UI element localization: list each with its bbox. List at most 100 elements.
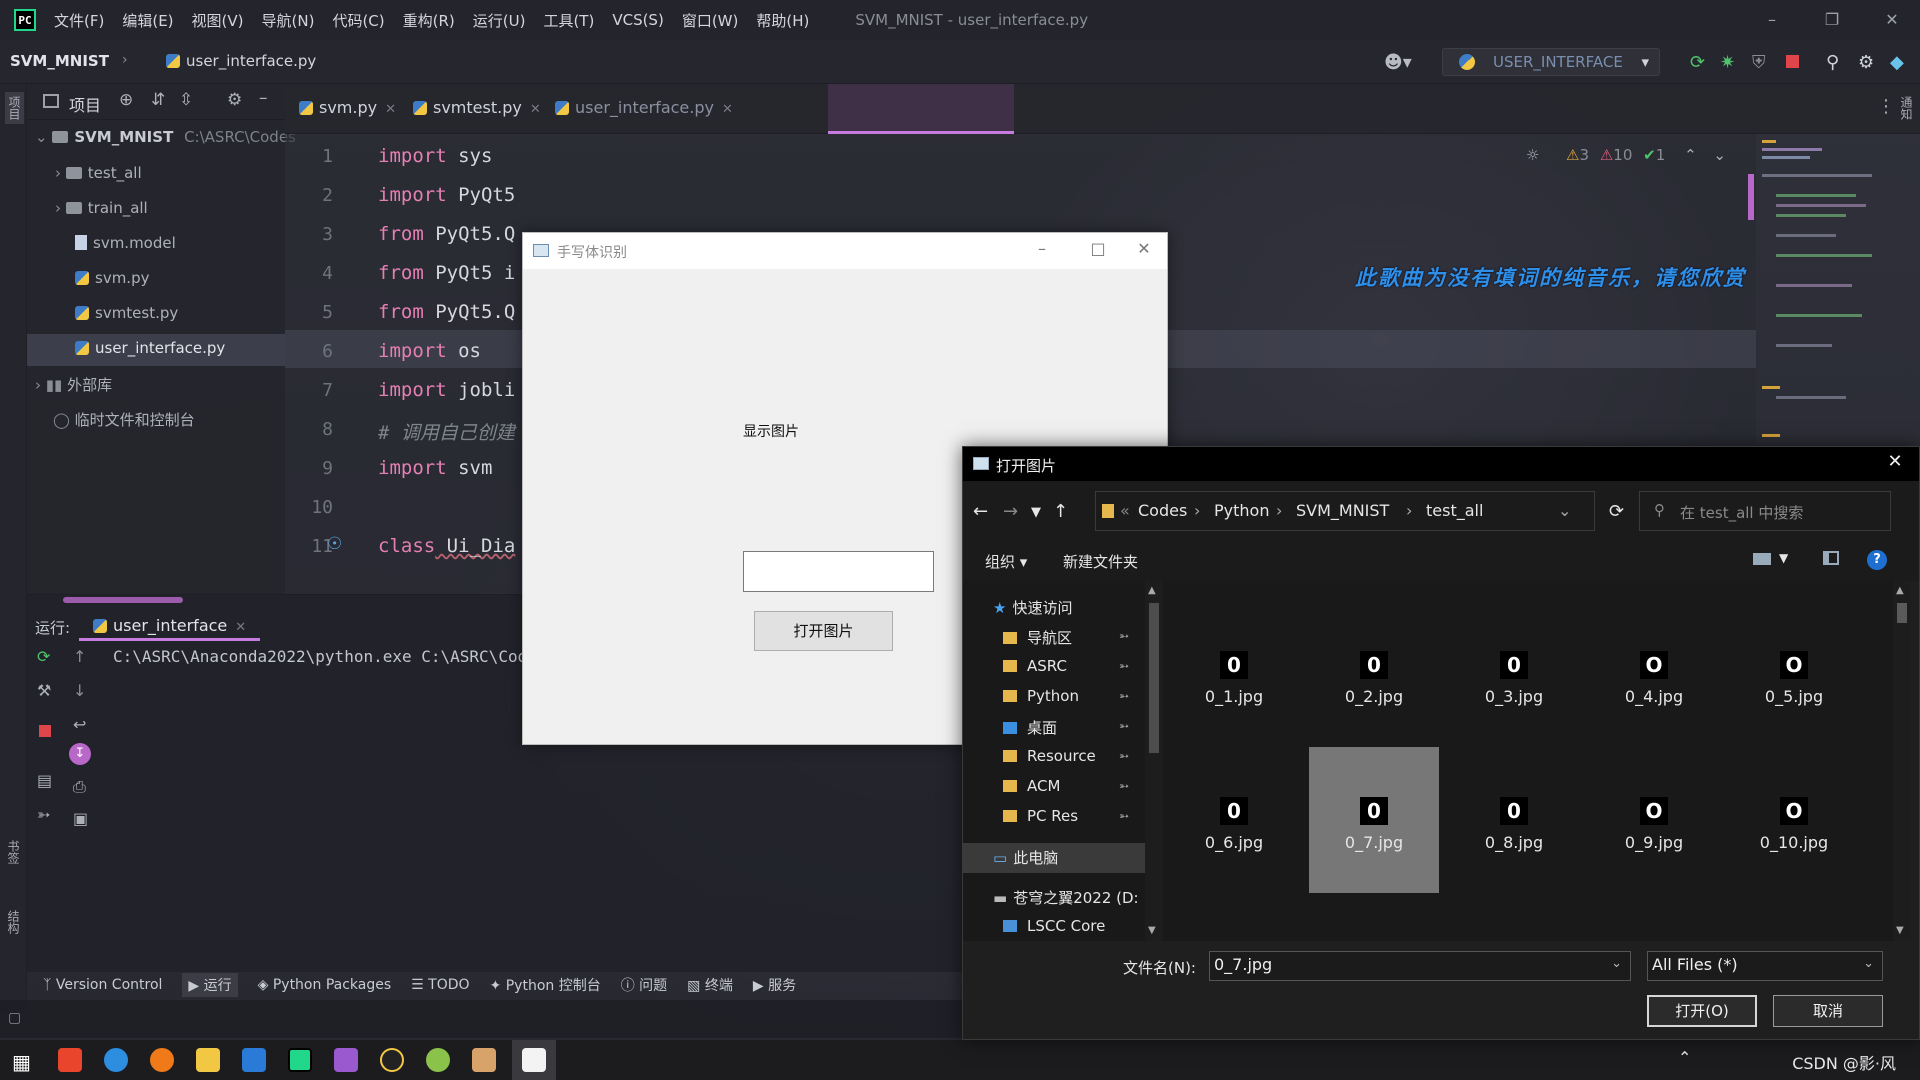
overflow-icon[interactable]: « bbox=[1120, 501, 1130, 520]
close-icon[interactable]: ✕ bbox=[235, 620, 246, 635]
implement-icon[interactable]: ☉ bbox=[327, 534, 342, 554]
chevron-down-icon[interactable]: ▼ bbox=[1148, 925, 1156, 936]
close-button[interactable]: ✕ bbox=[1875, 451, 1915, 477]
gear-icon[interactable]: ⚙ bbox=[227, 90, 242, 110]
menu-refactor[interactable]: 重构(R) bbox=[403, 10, 455, 31]
run-config-select[interactable]: USER_INTERFACE ▾ bbox=[1442, 48, 1660, 76]
user-icon[interactable]: ☻▾ bbox=[1384, 52, 1412, 73]
preview-pane-icon[interactable] bbox=[1823, 551, 1839, 565]
tool-services[interactable]: ▶ 服务 bbox=[753, 975, 796, 995]
open-button[interactable]: 打开(O) bbox=[1647, 995, 1757, 1027]
scroll-to-end-icon[interactable]: ↧ bbox=[69, 743, 91, 765]
maximize-button[interactable]: □ bbox=[1075, 239, 1121, 263]
scrollbar-thumb[interactable] bbox=[1897, 603, 1907, 623]
refresh-icon[interactable]: ⟳ bbox=[1609, 501, 1624, 522]
sidebar-quick-access[interactable]: ★ 快速访问 bbox=[963, 593, 1145, 623]
chevron-down-icon[interactable]: ⌄ bbox=[1611, 956, 1622, 971]
sidebar-this-pc[interactable]: ▭ 此电脑 bbox=[963, 843, 1145, 873]
app-explorer-icon[interactable] bbox=[196, 1048, 220, 1072]
tree-item-test-all[interactable]: › test_all bbox=[55, 164, 142, 182]
rerun-icon[interactable]: ⟳ bbox=[1690, 52, 1705, 73]
chevron-down-icon[interactable]: ⌄ bbox=[1558, 501, 1571, 520]
close-button[interactable]: ✕ bbox=[1121, 239, 1167, 263]
tree-item-scratches[interactable]: ◯ 临时文件和控制台 bbox=[53, 409, 195, 430]
app-anime-icon[interactable] bbox=[472, 1048, 496, 1072]
app-chrome-icon[interactable] bbox=[426, 1048, 450, 1072]
chevron-down-icon[interactable]: ▼ bbox=[1779, 551, 1788, 565]
menu-tools[interactable]: 工具(T) bbox=[543, 10, 594, 31]
organize-button[interactable]: 组织 ▾ bbox=[985, 551, 1027, 572]
toolbox-icon[interactable]: ◆ bbox=[1890, 52, 1904, 73]
chevron-up-icon[interactable]: ⌃ bbox=[1684, 146, 1697, 164]
pycharm-logo-icon[interactable]: PC bbox=[14, 9, 36, 31]
tool-window-bookmarks[interactable]: 书签 bbox=[5, 840, 22, 864]
app-qq-icon[interactable] bbox=[380, 1048, 404, 1072]
tree-item-svmtest-py[interactable]: svmtest.py bbox=[75, 304, 178, 322]
chevron-up-icon[interactable]: ▲ bbox=[1148, 585, 1156, 596]
tab-svm-py[interactable]: svm.py ✕ bbox=[299, 98, 396, 117]
path-segment[interactable]: Codes bbox=[1138, 501, 1187, 520]
menu-navigate[interactable]: 导航(N) bbox=[262, 10, 315, 31]
file-list-scrollbar[interactable]: ▲ ▼ bbox=[1893, 581, 1911, 941]
restore-button[interactable]: ❐ bbox=[1812, 6, 1852, 34]
tool-python-packages[interactable]: ◈ Python Packages bbox=[258, 977, 392, 993]
file-item[interactable]: 0 0_3.jpg bbox=[1449, 643, 1579, 789]
menu-help[interactable]: 帮助(H) bbox=[756, 10, 809, 31]
collapse-all-icon[interactable]: ⇳ bbox=[179, 90, 193, 110]
soft-wrap-icon[interactable]: ↩ bbox=[73, 715, 86, 734]
app-edge-icon[interactable] bbox=[104, 1048, 128, 1072]
close-icon[interactable]: ✕ bbox=[530, 102, 541, 117]
minimize-button[interactable]: – bbox=[1752, 6, 1792, 34]
chevron-up-icon[interactable]: ⌃ bbox=[1678, 1048, 1691, 1067]
pin-icon[interactable]: ➳ bbox=[37, 805, 50, 824]
app-firefox-icon[interactable] bbox=[150, 1048, 174, 1072]
tool-python-console[interactable]: ✦ Python 控制台 bbox=[490, 975, 601, 995]
tool-todo[interactable]: ☰ TODO bbox=[411, 977, 469, 993]
view-options-icon[interactable] bbox=[1753, 553, 1771, 565]
address-bar[interactable]: « Codes › Python › SVM_MNIST › test_all … bbox=[1095, 491, 1595, 531]
file-item[interactable]: 0 0_8.jpg bbox=[1449, 789, 1579, 935]
app-python-window-icon[interactable] bbox=[522, 1048, 546, 1072]
file-item[interactable]: 0 0_1.jpg bbox=[1169, 643, 1299, 789]
tree-item-svm-model[interactable]: svm.model bbox=[75, 234, 176, 252]
reader-mode-icon[interactable]: ☼ bbox=[1526, 146, 1539, 164]
menu-run[interactable]: 运行(U) bbox=[473, 10, 526, 31]
back-arrow-icon[interactable]: ← bbox=[973, 501, 988, 522]
menu-code[interactable]: 代码(C) bbox=[332, 10, 384, 31]
tool-terminal[interactable]: ▧ 终端 bbox=[687, 975, 733, 995]
trash-icon[interactable]: ▣ bbox=[73, 809, 88, 828]
tree-item-svm-py[interactable]: svm.py bbox=[75, 269, 149, 287]
rerun-icon[interactable]: ⟳ bbox=[37, 647, 50, 666]
more-icon[interactable]: ⋮ bbox=[1877, 96, 1895, 117]
tree-item-user-interface-py[interactable]: user_interface.py bbox=[75, 339, 225, 357]
open-image-button[interactable]: 打开图片 bbox=[754, 611, 893, 651]
stop-icon[interactable] bbox=[39, 725, 51, 737]
hide-icon[interactable]: – bbox=[259, 88, 268, 108]
sidebar-drive-d[interactable]: ▬ 苍穹之翼2022 (D: bbox=[963, 883, 1145, 913]
file-item-selected[interactable]: 0 0_7.jpg bbox=[1309, 747, 1439, 893]
sidebar-scrollbar[interactable]: ▲ ▼ bbox=[1145, 581, 1163, 941]
chevron-down-icon[interactable]: ▼ bbox=[1896, 925, 1904, 936]
locate-icon[interactable]: ⊕ bbox=[119, 90, 133, 110]
close-button[interactable]: ✕ bbox=[1872, 6, 1912, 34]
chevron-down-icon[interactable]: ⌄ bbox=[1713, 146, 1726, 164]
sidebar-item-resource[interactable]: Resource ➳ bbox=[963, 743, 1145, 773]
sidebar-item-python[interactable]: Python ➳ bbox=[963, 683, 1145, 713]
app-pycharm-icon[interactable] bbox=[288, 1048, 312, 1072]
inspection-widget[interactable]: ☼ ⚠3 ⚠10 ✔1 ⌃ ⌄ bbox=[1526, 146, 1726, 164]
tool-window-project[interactable]: 项目 bbox=[5, 92, 24, 124]
tree-item-external-libs[interactable]: › ▮▮ 外部库 bbox=[35, 374, 112, 395]
file-item[interactable]: O 0_4.jpg bbox=[1589, 643, 1719, 789]
search-input[interactable]: ⚲ 在 test_all 中搜索 bbox=[1639, 491, 1891, 531]
stop-icon[interactable] bbox=[1786, 55, 1799, 68]
scrollbar-thumb[interactable] bbox=[1149, 603, 1159, 753]
menu-edit[interactable]: 编辑(E) bbox=[122, 10, 173, 31]
result-textbox[interactable] bbox=[743, 551, 934, 592]
debug-icon[interactable]: ✷ bbox=[1720, 52, 1735, 73]
drag-handle[interactable] bbox=[63, 597, 183, 603]
coverage-icon[interactable]: ⛨ bbox=[1752, 52, 1766, 73]
chevron-up-icon[interactable]: ▲ bbox=[1896, 585, 1904, 596]
close-icon[interactable]: ✕ bbox=[722, 102, 733, 117]
tree-item-train-all[interactable]: › train_all bbox=[55, 199, 148, 217]
layout-icon[interactable]: ▤ bbox=[37, 771, 52, 790]
